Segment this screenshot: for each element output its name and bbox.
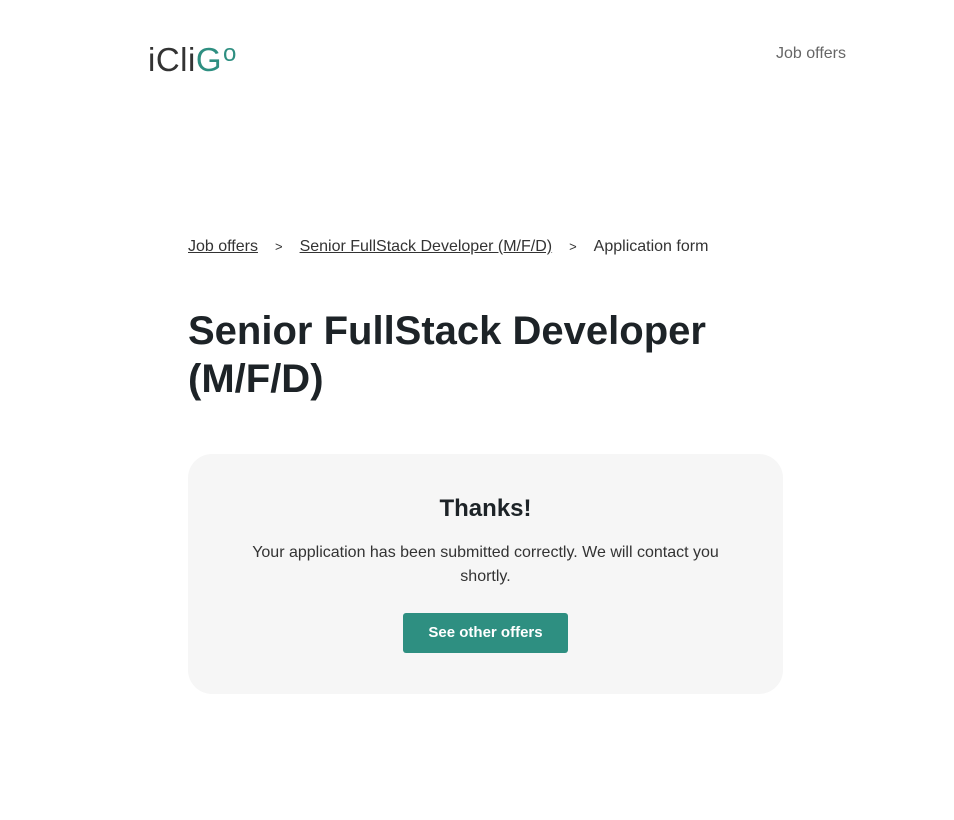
breadcrumb: Job offers > Senior FullStack Developer … — [188, 237, 783, 257]
breadcrumb-job-offers-link[interactable]: Job offers — [188, 237, 258, 257]
confirmation-title: Thanks! — [439, 495, 532, 522]
logo-text-part1: iCli — [148, 41, 196, 78]
breadcrumb-current: Application form — [593, 238, 709, 255]
breadcrumb-separator: > — [569, 239, 577, 254]
confirmation-message: Your application has been submitted corr… — [252, 544, 719, 585]
logo-text-part2: G — [195, 41, 222, 78]
logo[interactable]: iCliGo — [148, 34, 237, 80]
breadcrumb-job-link[interactable]: Senior FullStack Developer (M/F/D) — [300, 237, 553, 257]
main-content: Job offers > Senior FullStack Developer … — [188, 237, 783, 694]
page-title: Senior FullStack Developer (M/F/D) — [188, 309, 706, 401]
breadcrumb-separator: > — [274, 239, 283, 254]
logo-text-part3: o — [223, 40, 237, 67]
see-other-offers-button[interactable]: See other offers — [403, 613, 568, 653]
confirmation-card: Thanks! Your application has been submit… — [188, 454, 783, 694]
site-header: iCliGo Job offers — [0, 0, 954, 110]
nav-job-offers-link[interactable]: Job offers — [776, 45, 846, 63]
page: iCliGo Job offers Job offers > Senior Fu… — [0, 0, 954, 820]
